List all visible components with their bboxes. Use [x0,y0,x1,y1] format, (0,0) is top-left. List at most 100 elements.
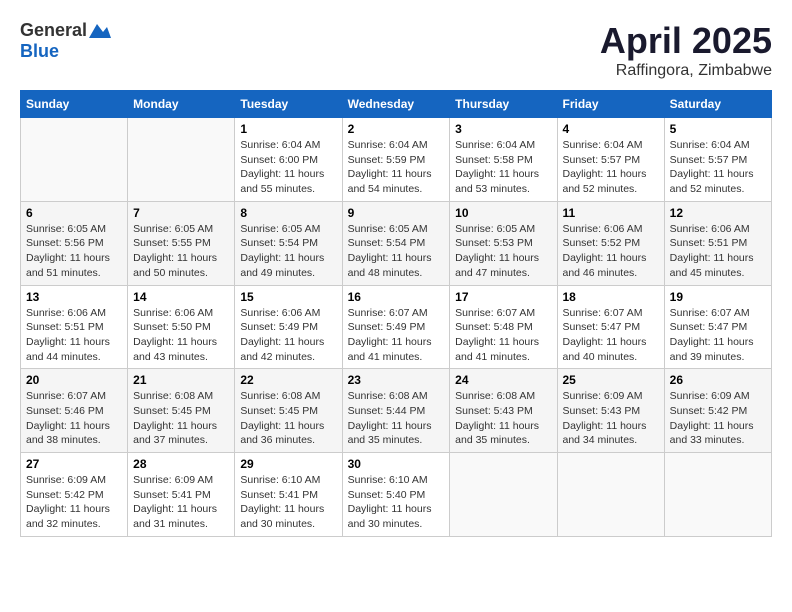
calendar-week-3: 13 Sunrise: 6:06 AMSunset: 5:51 PMDaylig… [21,285,772,369]
day-detail: Sunrise: 6:04 AMSunset: 5:57 PMDaylight:… [563,138,659,197]
calendar-week-4: 20 Sunrise: 6:07 AMSunset: 5:46 PMDaylig… [21,369,772,453]
calendar-cell: 22 Sunrise: 6:08 AMSunset: 5:45 PMDaylig… [235,369,342,453]
day-detail: Sunrise: 6:04 AMSunset: 6:00 PMDaylight:… [240,138,336,197]
calendar-location: Raffingora, Zimbabwe [600,62,772,80]
day-number: 29 [240,457,336,471]
day-detail: Sunrise: 6:08 AMSunset: 5:45 PMDaylight:… [240,389,336,448]
day-detail: Sunrise: 6:09 AMSunset: 5:41 PMDaylight:… [133,473,229,532]
calendar-cell: 7 Sunrise: 6:05 AMSunset: 5:55 PMDayligh… [128,201,235,285]
day-number: 26 [670,373,766,387]
calendar-cell: 1 Sunrise: 6:04 AMSunset: 6:00 PMDayligh… [235,118,342,202]
calendar-cell: 9 Sunrise: 6:05 AMSunset: 5:54 PMDayligh… [342,201,450,285]
calendar-week-5: 27 Sunrise: 6:09 AMSunset: 5:42 PMDaylig… [21,453,772,537]
day-detail: Sunrise: 6:09 AMSunset: 5:42 PMDaylight:… [670,389,766,448]
day-number: 25 [563,373,659,387]
day-number: 2 [348,122,445,136]
day-detail: Sunrise: 6:06 AMSunset: 5:50 PMDaylight:… [133,306,229,365]
day-detail: Sunrise: 6:07 AMSunset: 5:49 PMDaylight:… [348,306,445,365]
calendar-week-1: 1 Sunrise: 6:04 AMSunset: 6:00 PMDayligh… [21,118,772,202]
day-detail: Sunrise: 6:07 AMSunset: 5:46 PMDaylight:… [26,389,122,448]
calendar-cell: 27 Sunrise: 6:09 AMSunset: 5:42 PMDaylig… [21,453,128,537]
day-number: 21 [133,373,229,387]
day-detail: Sunrise: 6:04 AMSunset: 5:57 PMDaylight:… [670,138,766,197]
col-tuesday: Tuesday [235,91,342,118]
day-number: 14 [133,290,229,304]
calendar-cell: 10 Sunrise: 6:05 AMSunset: 5:53 PMDaylig… [450,201,557,285]
day-detail: Sunrise: 6:05 AMSunset: 5:55 PMDaylight:… [133,222,229,281]
day-detail: Sunrise: 6:06 AMSunset: 5:51 PMDaylight:… [670,222,766,281]
day-number: 23 [348,373,445,387]
day-detail: Sunrise: 6:06 AMSunset: 5:52 PMDaylight:… [563,222,659,281]
calendar-cell: 30 Sunrise: 6:10 AMSunset: 5:40 PMDaylig… [342,453,450,537]
day-number: 11 [563,206,659,220]
col-wednesday: Wednesday [342,91,450,118]
day-detail: Sunrise: 6:08 AMSunset: 5:43 PMDaylight:… [455,389,551,448]
calendar-cell: 19 Sunrise: 6:07 AMSunset: 5:47 PMDaylig… [664,285,771,369]
day-number: 10 [455,206,551,220]
col-saturday: Saturday [664,91,771,118]
day-detail: Sunrise: 6:05 AMSunset: 5:53 PMDaylight:… [455,222,551,281]
day-number: 1 [240,122,336,136]
day-number: 6 [26,206,122,220]
calendar-cell [664,453,771,537]
calendar-cell: 12 Sunrise: 6:06 AMSunset: 5:51 PMDaylig… [664,201,771,285]
day-number: 13 [26,290,122,304]
day-detail: Sunrise: 6:08 AMSunset: 5:44 PMDaylight:… [348,389,445,448]
logo-general-text: General [20,20,87,41]
calendar-cell: 21 Sunrise: 6:08 AMSunset: 5:45 PMDaylig… [128,369,235,453]
title-block: April 2025 Raffingora, Zimbabwe [600,20,772,80]
calendar-cell: 13 Sunrise: 6:06 AMSunset: 5:51 PMDaylig… [21,285,128,369]
day-detail: Sunrise: 6:10 AMSunset: 5:41 PMDaylight:… [240,473,336,532]
day-number: 20 [26,373,122,387]
day-detail: Sunrise: 6:06 AMSunset: 5:49 PMDaylight:… [240,306,336,365]
day-detail: Sunrise: 6:05 AMSunset: 5:54 PMDaylight:… [240,222,336,281]
calendar-cell [21,118,128,202]
page-header: General Blue April 2025 Raffingora, Zimb… [20,20,772,80]
day-detail: Sunrise: 6:04 AMSunset: 5:58 PMDaylight:… [455,138,551,197]
calendar-cell [557,453,664,537]
day-detail: Sunrise: 6:05 AMSunset: 5:56 PMDaylight:… [26,222,122,281]
day-number: 18 [563,290,659,304]
day-number: 28 [133,457,229,471]
calendar-cell: 18 Sunrise: 6:07 AMSunset: 5:47 PMDaylig… [557,285,664,369]
col-monday: Monday [128,91,235,118]
day-detail: Sunrise: 6:04 AMSunset: 5:59 PMDaylight:… [348,138,445,197]
calendar-cell: 6 Sunrise: 6:05 AMSunset: 5:56 PMDayligh… [21,201,128,285]
day-detail: Sunrise: 6:06 AMSunset: 5:51 PMDaylight:… [26,306,122,365]
day-number: 17 [455,290,551,304]
day-detail: Sunrise: 6:09 AMSunset: 5:43 PMDaylight:… [563,389,659,448]
day-detail: Sunrise: 6:07 AMSunset: 5:48 PMDaylight:… [455,306,551,365]
day-number: 4 [563,122,659,136]
calendar-cell: 25 Sunrise: 6:09 AMSunset: 5:43 PMDaylig… [557,369,664,453]
day-number: 16 [348,290,445,304]
day-number: 5 [670,122,766,136]
col-sunday: Sunday [21,91,128,118]
day-number: 7 [133,206,229,220]
calendar-cell: 23 Sunrise: 6:08 AMSunset: 5:44 PMDaylig… [342,369,450,453]
logo-icon [89,20,111,38]
day-number: 30 [348,457,445,471]
calendar-cell: 28 Sunrise: 6:09 AMSunset: 5:41 PMDaylig… [128,453,235,537]
logo: General Blue [20,20,111,62]
calendar-cell: 24 Sunrise: 6:08 AMSunset: 5:43 PMDaylig… [450,369,557,453]
calendar-cell [450,453,557,537]
day-number: 15 [240,290,336,304]
day-number: 8 [240,206,336,220]
calendar-cell: 29 Sunrise: 6:10 AMSunset: 5:41 PMDaylig… [235,453,342,537]
col-thursday: Thursday [450,91,557,118]
calendar-cell [128,118,235,202]
calendar-cell: 5 Sunrise: 6:04 AMSunset: 5:57 PMDayligh… [664,118,771,202]
calendar-cell: 2 Sunrise: 6:04 AMSunset: 5:59 PMDayligh… [342,118,450,202]
day-number: 12 [670,206,766,220]
day-detail: Sunrise: 6:10 AMSunset: 5:40 PMDaylight:… [348,473,445,532]
day-number: 27 [26,457,122,471]
calendar-cell: 15 Sunrise: 6:06 AMSunset: 5:49 PMDaylig… [235,285,342,369]
day-detail: Sunrise: 6:07 AMSunset: 5:47 PMDaylight:… [670,306,766,365]
calendar-cell: 26 Sunrise: 6:09 AMSunset: 5:42 PMDaylig… [664,369,771,453]
calendar-cell: 3 Sunrise: 6:04 AMSunset: 5:58 PMDayligh… [450,118,557,202]
calendar-cell: 14 Sunrise: 6:06 AMSunset: 5:50 PMDaylig… [128,285,235,369]
day-number: 22 [240,373,336,387]
header-row: Sunday Monday Tuesday Wednesday Thursday… [21,91,772,118]
col-friday: Friday [557,91,664,118]
calendar-cell: 20 Sunrise: 6:07 AMSunset: 5:46 PMDaylig… [21,369,128,453]
